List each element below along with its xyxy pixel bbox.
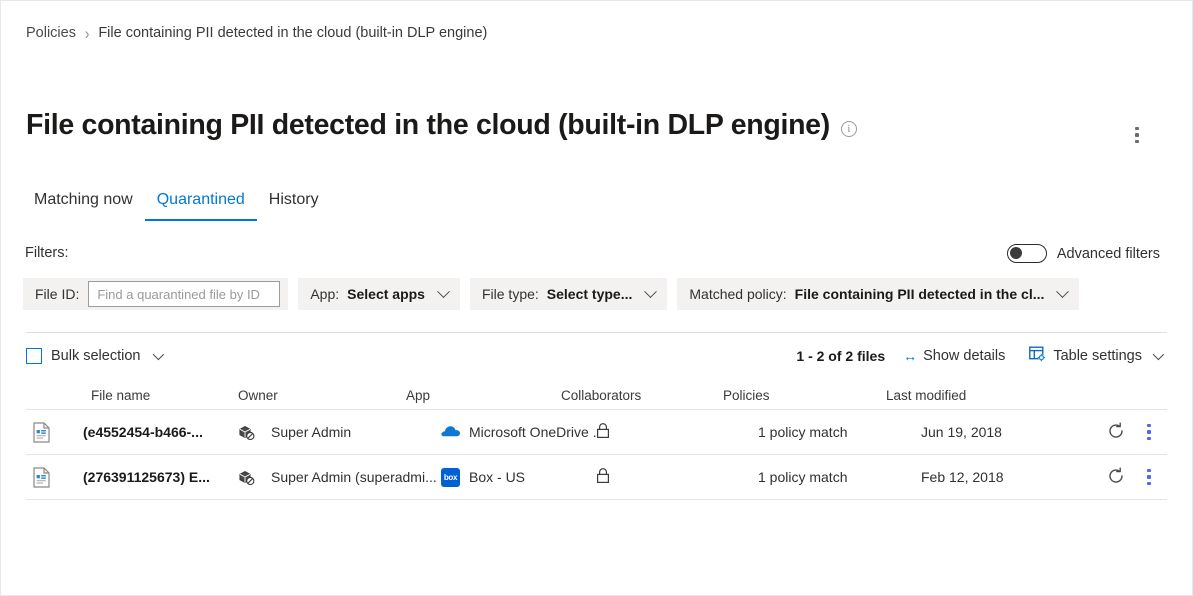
filter-app-dropdown[interactable]: App: Select apps — [298, 278, 460, 310]
row-actions — [1096, 421, 1167, 443]
filter-matched-policy-value: File containing PII detected in the cl..… — [795, 286, 1045, 302]
tab-list: Matching now Quarantined History — [26, 187, 331, 221]
filter-app-prefix: App: — [310, 286, 339, 302]
filter-app-value: Select apps — [347, 286, 425, 302]
cell-collaborators — [596, 467, 758, 487]
toolbar-right: 1 - 2 of 2 files ↔ Show details Ta — [796, 344, 1167, 369]
breadcrumb: Policies › File containing PII detected … — [26, 25, 487, 41]
page-title: File containing PII detected in the clou… — [26, 109, 830, 142]
info-icon[interactable]: i — [841, 121, 857, 137]
onedrive-icon — [441, 424, 460, 440]
table-settings-label: Table settings — [1053, 348, 1142, 364]
show-details-label: Show details — [923, 348, 1005, 364]
document-icon — [26, 422, 83, 443]
cell-last-modified: Feb 12, 2018 — [921, 469, 1096, 485]
cell-file-name: (e4552454-b466-... — [83, 424, 238, 440]
bulk-selection-control[interactable]: Bulk selection — [26, 348, 161, 364]
cell-app: box Box - US — [441, 468, 596, 487]
cell-policies: 1 policy match — [758, 424, 921, 440]
bulk-selection-checkbox[interactable] — [26, 348, 42, 364]
cell-policies: 1 policy match — [758, 469, 921, 485]
column-header-file-name: File name — [26, 388, 238, 403]
breadcrumb-separator-icon: › — [85, 24, 89, 43]
page-header: File containing PII detected in the clou… — [26, 109, 1167, 142]
page-more-options-button[interactable] — [1123, 121, 1151, 149]
table-toolbar: Bulk selection 1 - 2 of 2 files ↔ Show d… — [26, 341, 1167, 371]
row-actions — [1096, 466, 1167, 488]
chevron-down-icon[interactable] — [153, 349, 164, 360]
file-id-input[interactable] — [88, 281, 280, 307]
quarantined-files-table: File name Owner App Collaborators Polici… — [26, 382, 1167, 500]
tab-matching-now[interactable]: Matching now — [26, 187, 145, 221]
restore-icon[interactable] — [1107, 422, 1125, 443]
advanced-filters-label: Advanced filters — [1057, 246, 1160, 262]
row-more-options-button[interactable] — [1139, 421, 1159, 443]
bulk-selection-label: Bulk selection — [51, 348, 140, 364]
cell-file-name: (276391125673) E... — [83, 469, 238, 485]
cell-owner: Super Admin — [271, 424, 441, 440]
chevron-down-icon[interactable] — [1153, 349, 1164, 360]
restore-icon[interactable] — [1107, 467, 1125, 488]
cell-app-name: Box - US — [469, 469, 525, 485]
document-icon — [26, 467, 83, 488]
table-header-row: File name Owner App Collaborators Polici… — [26, 382, 1167, 410]
breadcrumb-link-policies[interactable]: Policies — [26, 25, 76, 41]
filter-matched-policy-prefix: Matched policy: — [689, 286, 786, 302]
filters-label: Filters: — [25, 245, 69, 261]
column-header-app: App — [406, 388, 561, 403]
row-more-options-button[interactable] — [1139, 466, 1159, 488]
file-count-label: 1 - 2 of 2 files — [796, 348, 885, 364]
cell-app-name: Microsoft OneDrive ... — [469, 424, 596, 440]
column-header-last-modified: Last modified — [886, 388, 1167, 403]
breadcrumb-current: File containing PII detected in the clou… — [98, 25, 487, 41]
file-id-label: File ID: — [35, 286, 79, 302]
cell-owner: Super Admin (superadmi... — [271, 469, 441, 485]
tab-history[interactable]: History — [257, 187, 331, 221]
owner-blocked-icon — [238, 424, 271, 441]
column-header-collaborators: Collaborators — [561, 388, 723, 403]
box-icon: box — [441, 468, 460, 487]
advanced-filters-control: Advanced filters — [1007, 244, 1160, 263]
filter-file-type-dropdown[interactable]: File type: Select type... — [470, 278, 667, 310]
filter-file-type-prefix: File type: — [482, 286, 539, 302]
filter-file-type-value: Select type... — [547, 286, 633, 302]
column-header-owner: Owner — [238, 388, 406, 403]
tab-quarantined[interactable]: Quarantined — [145, 187, 257, 221]
chevron-down-icon — [437, 285, 450, 298]
owner-blocked-icon — [238, 469, 271, 486]
chevron-down-icon — [645, 285, 658, 298]
cell-last-modified: Jun 19, 2018 — [921, 424, 1096, 440]
table-settings-icon — [1029, 346, 1046, 367]
expand-horizontal-icon: ↔ — [903, 349, 916, 363]
cell-app: Microsoft OneDrive ... — [441, 424, 596, 440]
chevron-down-icon — [1057, 285, 1070, 298]
filter-file-id: File ID: — [23, 278, 288, 310]
table-row[interactable]: (e4552454-b466-... Super Admin Microsoft… — [26, 410, 1167, 455]
table-settings-button[interactable]: Table settings — [1023, 344, 1167, 369]
advanced-filters-toggle[interactable] — [1007, 244, 1047, 263]
filter-bar: File ID: App: Select apps File type: Sel… — [23, 278, 1079, 310]
cell-collaborators — [596, 422, 758, 442]
filter-matched-policy-dropdown[interactable]: Matched policy: File containing PII dete… — [677, 278, 1079, 310]
toolbar-divider — [26, 332, 1167, 333]
show-details-button[interactable]: ↔ Show details — [897, 346, 1011, 366]
table-row[interactable]: (276391125673) E... Super Admin (superad… — [26, 455, 1167, 500]
column-header-policies: Policies — [723, 388, 886, 403]
